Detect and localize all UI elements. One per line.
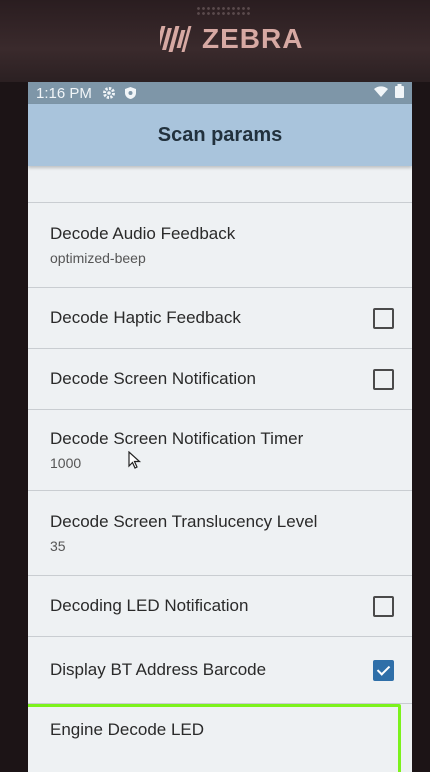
status-bar: 1:16 PM — [28, 82, 412, 104]
device-bezel: ZEBRA — [0, 0, 430, 82]
setting-title: Display BT Address Barcode — [50, 660, 267, 679]
setting-decode-haptic-feedback[interactable]: Decode Haptic Feedback — [28, 288, 412, 349]
list-item-partial — [28, 166, 412, 203]
setting-decode-screen-notification[interactable]: Decode Screen Notification — [28, 349, 412, 410]
bt-address-barcode-checkbox[interactable] — [373, 659, 394, 681]
setting-title: Decode Haptic Feedback — [50, 308, 241, 327]
setting-decode-audio-feedback[interactable]: Decode Audio Feedback optimized-beep — [28, 203, 412, 288]
decoding-led-checkbox[interactable] — [373, 595, 394, 617]
zebra-logo-icon — [160, 26, 192, 52]
brand-logo: ZEBRA — [160, 22, 303, 56]
shield-icon — [124, 86, 137, 100]
settings-list[interactable]: Decode Audio Feedback optimized-beep Dec… — [28, 166, 412, 772]
setting-title: Engine Decode LED — [50, 720, 205, 739]
screen-notification-checkbox[interactable] — [373, 368, 394, 390]
setting-title: Decode Audio Feedback — [50, 224, 236, 243]
setting-decode-screen-notification-timer[interactable]: Decode Screen Notification Timer 1000 — [28, 410, 412, 491]
gear-icon — [102, 86, 116, 100]
brand-name: ZEBRA — [202, 23, 304, 54]
setting-summary: 35 — [50, 538, 66, 554]
setting-decode-screen-translucency-level[interactable]: Decode Screen Translucency Level 35 — [28, 491, 412, 576]
phone-screen: 1:16 PM Scan params Decode Audio Feedbac… — [28, 82, 412, 772]
page-title: Scan params — [157, 123, 283, 146]
app-bar: Scan params — [28, 104, 412, 166]
setting-title: Decoding LED Notification — [50, 596, 249, 615]
setting-decoding-led-notification[interactable]: Decoding LED Notification — [28, 576, 412, 637]
wifi-icon — [373, 85, 389, 102]
haptic-feedback-checkbox[interactable] — [373, 307, 394, 329]
setting-title: Decode Screen Notification — [50, 369, 257, 388]
setting-summary: 1000 — [50, 455, 82, 471]
setting-title: Decode Screen Notification Timer — [50, 429, 304, 448]
mouse-cursor-icon — [128, 451, 142, 469]
setting-display-bt-address-barcode[interactable]: Display BT Address Barcode — [28, 637, 412, 704]
status-time: 1:16 PM — [36, 84, 92, 102]
setting-engine-decode-led[interactable]: Engine Decode LED — [28, 704, 412, 772]
battery-icon — [395, 84, 404, 102]
setting-summary: optimized-beep — [50, 250, 146, 266]
setting-title: Decode Screen Translucency Level — [50, 512, 318, 531]
speaker-grille — [196, 6, 250, 16]
